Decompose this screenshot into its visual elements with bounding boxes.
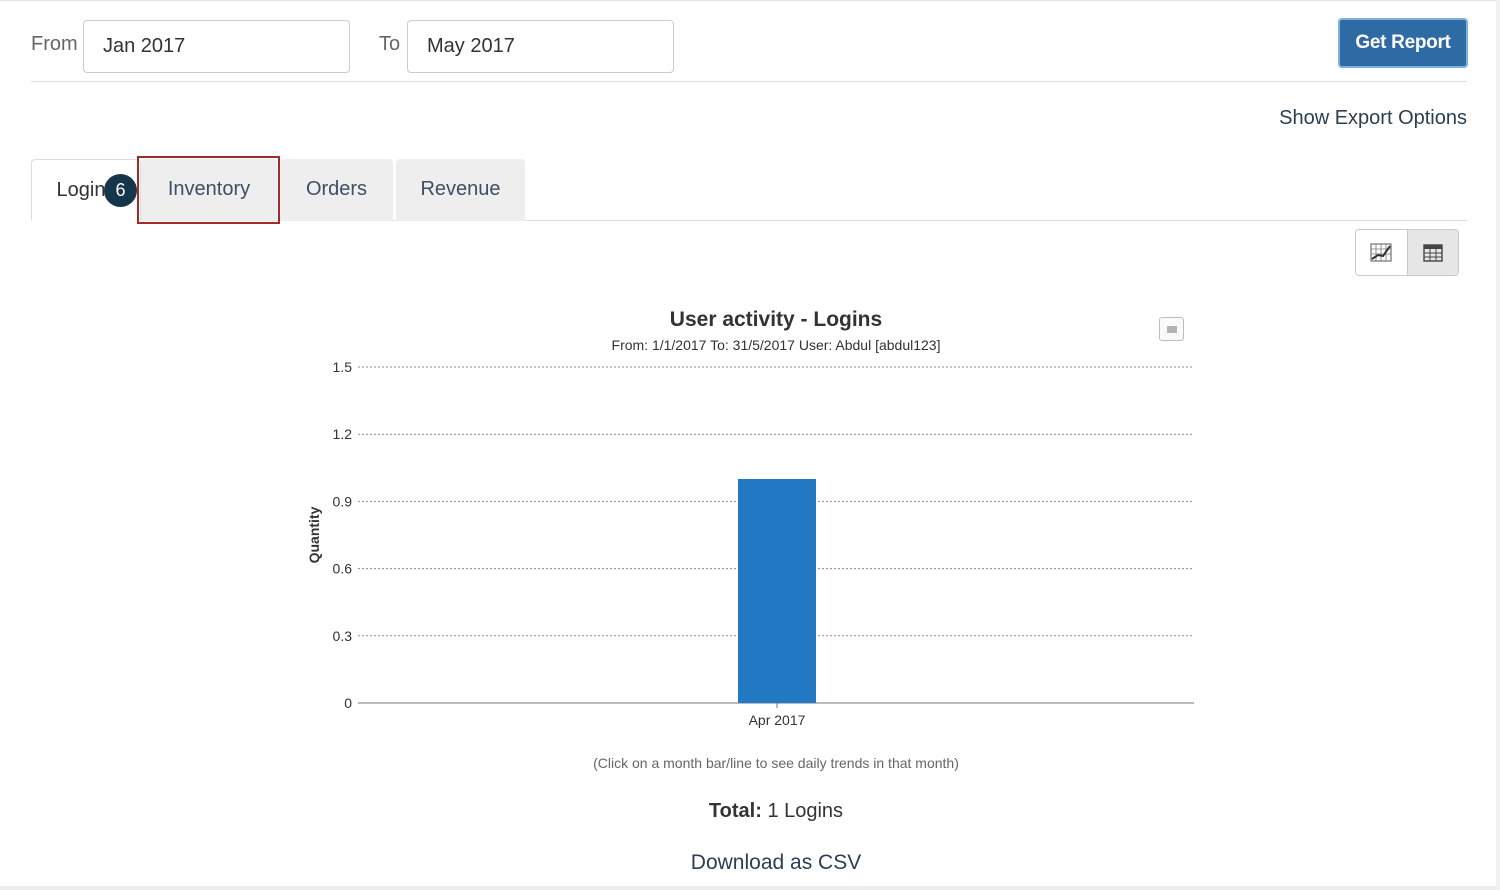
total-summary: Total: 1 Logins (300, 800, 1252, 823)
total-value: 1 Logins (767, 800, 844, 822)
y-tick-label: 0 (344, 695, 352, 711)
y-tick-label: 0.6 (333, 561, 353, 577)
x-tick-label: Apr 2017 (749, 712, 806, 728)
chart-hint-text: (Click on a month bar/line to see daily … (593, 755, 959, 771)
download-csv-link[interactable]: Download as CSV (300, 851, 1252, 875)
y-axis-title: Quantity (306, 506, 322, 563)
bottom-divider (0, 886, 1500, 890)
y-tick-label: 0.3 (333, 628, 353, 644)
y-tick-label: 0.9 (333, 493, 353, 509)
y-tick-label: 1.5 (333, 359, 353, 375)
total-label: Total: (708, 800, 762, 822)
right-edge (1496, 0, 1500, 890)
bar (738, 479, 816, 703)
y-tick-label: 1.2 (333, 426, 353, 442)
